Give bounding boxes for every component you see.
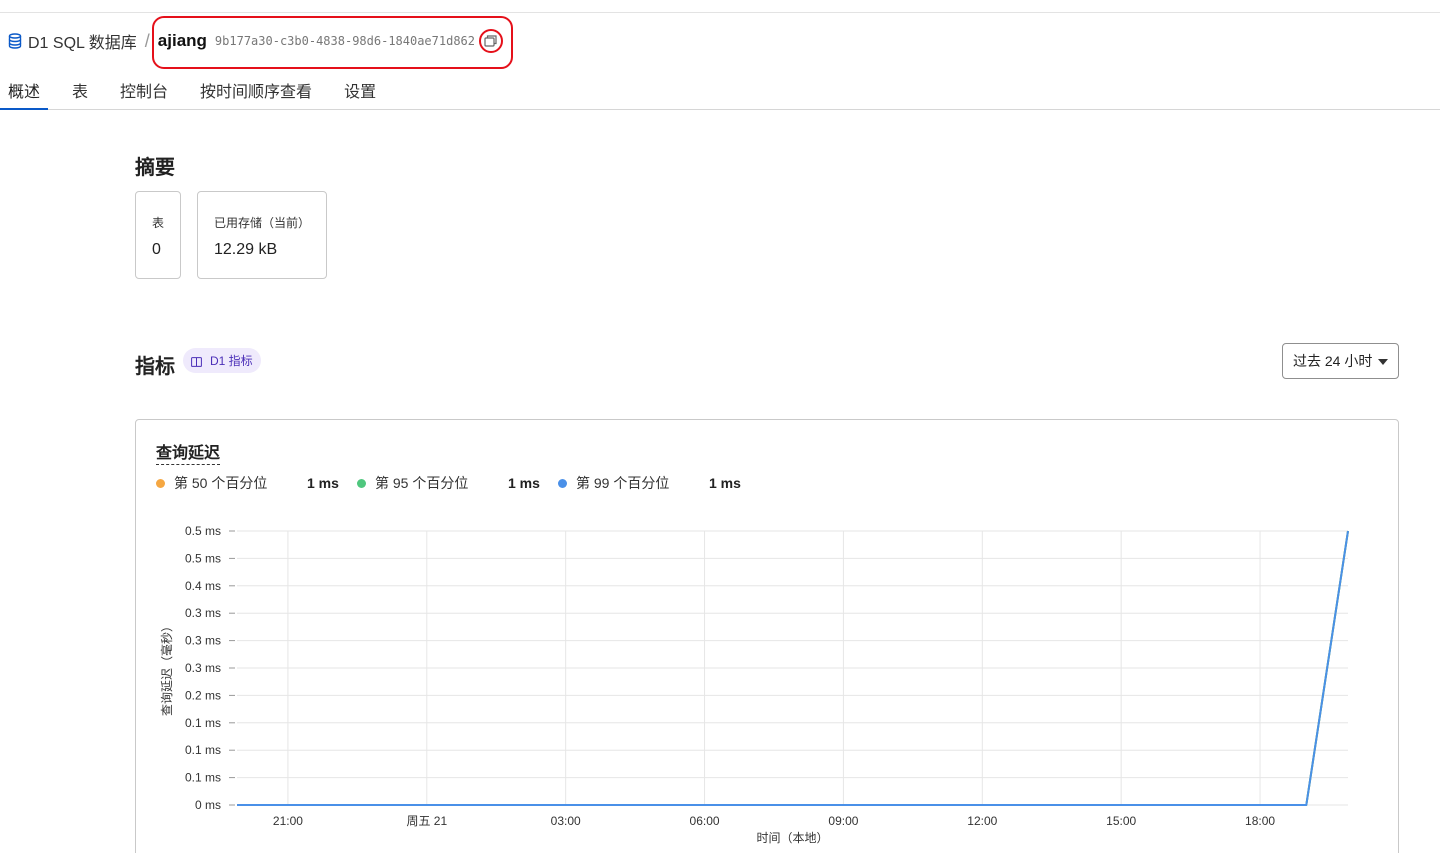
database-name: ajiang bbox=[157, 31, 207, 50]
y-tick-label: 0.3 ms bbox=[185, 661, 221, 675]
y-tick-label: 0 ms bbox=[195, 798, 221, 812]
x-tick-label: 12:00 bbox=[967, 814, 997, 828]
tab-tables[interactable]: 表 bbox=[64, 70, 96, 109]
summary-card-value: 12.29 kB bbox=[214, 241, 278, 258]
tab-bar: 概述 表 控制台 按时间顺序查看 设置 bbox=[0, 70, 1440, 110]
d1-metrics-badge[interactable]: D1 指标 bbox=[183, 348, 261, 373]
x-tick-label: 06:00 bbox=[690, 814, 720, 828]
y-tick-label: 0.1 ms bbox=[185, 771, 221, 785]
badge-label: D1 指标 bbox=[210, 354, 253, 368]
x-tick-label: 09:00 bbox=[828, 814, 858, 828]
breadcrumb-parent-link[interactable]: D1 SQL 数据库 bbox=[28, 29, 137, 53]
tab-settings[interactable]: 设置 bbox=[336, 70, 384, 109]
x-tick-label: 03:00 bbox=[551, 814, 581, 828]
metrics-title: 指标 bbox=[135, 356, 175, 378]
copy-icon[interactable] bbox=[479, 30, 501, 52]
breadcrumb-separator: / bbox=[144, 30, 150, 51]
tab-overview[interactable]: 概述 bbox=[0, 70, 49, 110]
y-tick-label: 0.2 ms bbox=[185, 688, 221, 702]
x-tick-label: 周五 21 bbox=[406, 814, 447, 828]
summary-card-storage: 已用存储（当前） 12.29 kB bbox=[197, 191, 327, 279]
x-tick-label: 15:00 bbox=[1106, 814, 1136, 828]
summary-card-label: 表 bbox=[152, 216, 165, 230]
y-tick-label: 0.1 ms bbox=[185, 743, 221, 757]
book-icon bbox=[191, 356, 202, 367]
summary-card-label: 已用存储（当前） bbox=[214, 216, 311, 230]
x-axis-label: 时间（本地） bbox=[756, 831, 828, 845]
chevron-down-icon bbox=[1378, 359, 1388, 365]
time-range-value: 过去 24 小时 bbox=[1293, 353, 1373, 369]
time-range-select[interactable]: 过去 24 小时 bbox=[1282, 343, 1399, 379]
y-tick-label: 0.5 ms bbox=[185, 551, 221, 565]
database-icon bbox=[8, 33, 22, 49]
x-tick-label: 21:00 bbox=[273, 814, 303, 828]
y-tick-label: 0.3 ms bbox=[185, 634, 221, 648]
y-tick-label: 0.1 ms bbox=[185, 716, 221, 730]
y-tick-label: 0.4 ms bbox=[185, 579, 221, 593]
x-tick-label: 18:00 bbox=[1245, 814, 1275, 828]
breadcrumb: D1 SQL 数据库 / ajiang 9b177a30-c3b0-4838-9… bbox=[8, 30, 501, 52]
top-divider bbox=[0, 12, 1440, 13]
tab-console[interactable]: 控制台 bbox=[112, 70, 176, 109]
database-id: 9b177a30-c3b0-4838-98d6-1840ae71d862 bbox=[214, 34, 476, 48]
summary-card-tables: 表 0 bbox=[135, 191, 181, 279]
summary-title: 摘要 bbox=[135, 157, 175, 179]
query-latency-chart-card: 查询延迟 第 50 个百分位 1 ms 第 95 个百分位 1 ms 第 99 … bbox=[135, 419, 1399, 853]
summary-card-value: 0 bbox=[152, 241, 161, 258]
y-axis-label: 查询延迟（毫秒） bbox=[159, 620, 174, 716]
y-tick-label: 0.5 ms bbox=[185, 524, 221, 538]
y-tick-label: 0.3 ms bbox=[185, 606, 221, 620]
tab-time-travel[interactable]: 按时间顺序查看 bbox=[192, 70, 320, 109]
query-latency-chart: 0 ms 0.1 ms 0.1 ms 0.1 ms 0.2 ms 0.3 ms 0.3 ms… bbox=[159, 524, 1349, 845]
